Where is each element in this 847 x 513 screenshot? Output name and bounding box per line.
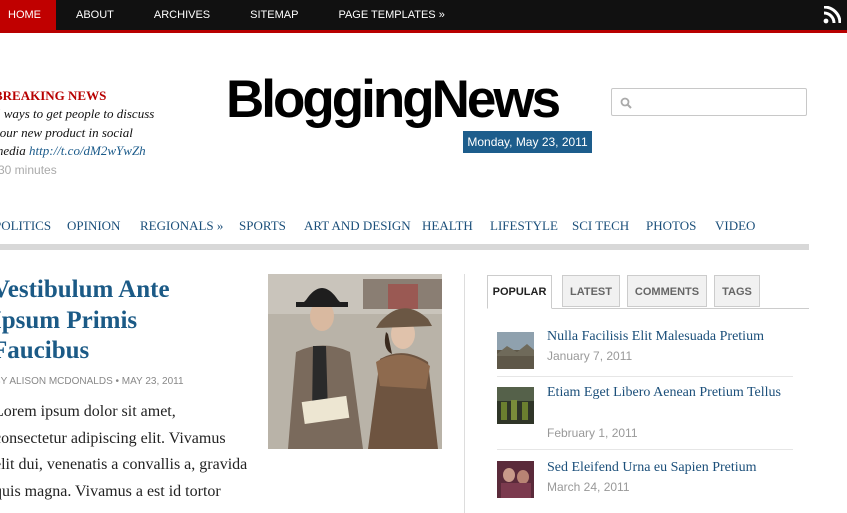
category-lifestyle[interactable]: LIFESTYLE [490,218,558,234]
top-nav: HOME ABOUT ARCHIVES SITEMAP PAGE TEMPLAT… [0,0,465,30]
category-photos[interactable]: PHOTOS [646,218,696,234]
category-health[interactable]: HEALTH [422,218,473,234]
tab-popular[interactable]: POPULAR [487,275,552,309]
post-date: February 1, 2011 [547,426,638,440]
breaking-news-link[interactable]: http://t.co/dM2wYwZh [29,143,146,158]
article-photo[interactable] [268,274,442,449]
list-item[interactable]: Nulla Facilisis Elit Malesuada Pretium J… [497,326,793,376]
post-title[interactable]: Nulla Facilisis Elit Malesuada Pretium [547,326,793,347]
rss-icon[interactable] [823,6,841,24]
category-sci-tech[interactable]: SCI TECH [572,218,629,234]
search-icon [620,97,632,109]
post-date: March 24, 2011 [547,480,630,494]
top-nav-archives[interactable]: ARCHIVES [134,0,230,30]
category-sports[interactable]: SPORTS [239,218,286,234]
top-nav-sitemap[interactable]: SITEMAP [230,0,318,30]
list-item[interactable]: Etiam Eget Libero Aenean Pretium Tellus … [497,382,793,446]
list-divider [497,449,793,450]
search-box [611,88,807,116]
top-nav-home[interactable]: HOME [0,0,56,30]
list-divider [497,376,793,377]
category-nav: POLITICS OPINION REGIONALS » SPORTS ART … [0,218,810,244]
tab-latest[interactable]: LATEST [562,275,620,307]
tab-tags[interactable]: TAGS [714,275,760,307]
sidebar-tabs: POPULAR LATEST COMMENTS TAGS [487,275,809,309]
post-title[interactable]: Etiam Eget Libero Aenean Pretium Tellus [547,382,793,403]
post-thumbnail[interactable] [497,387,534,424]
post-title[interactable]: Sed Eleifend Urna eu Sapien Pretium [547,457,793,478]
category-regionals[interactable]: REGIONALS » [140,218,223,234]
category-nav-divider [0,244,809,250]
tab-comments[interactable]: COMMENTS [627,275,707,307]
list-item[interactable]: Sed Eleifend Urna eu Sapien Pretium Marc… [497,457,793,507]
category-politics[interactable]: POLITICS [0,218,51,234]
breaking-news: BREAKING NEWS 5 ways to get people to di… [0,88,160,179]
category-opinion[interactable]: OPINION [67,218,120,234]
top-nav-page-templates[interactable]: PAGE TEMPLATES » [318,0,464,30]
breaking-news-title: BREAKING NEWS [0,88,107,103]
post-thumbnail[interactable] [497,461,534,498]
current-date: Monday, May 23, 2011 [463,131,592,153]
column-divider [464,274,465,513]
breaking-news-text: 5 ways to get people to discuss your new… [0,105,160,179]
post-date: January 7, 2011 [547,349,633,363]
article-excerpt: Lorem ipsum dolor sit amet, consectetur … [0,403,248,500]
category-video[interactable]: VIDEO [715,218,755,234]
post-thumbnail[interactable] [497,332,534,369]
breaking-news-time: (30 minutes [0,162,57,177]
top-nav-bar: HOME ABOUT ARCHIVES SITEMAP PAGE TEMPLAT… [0,0,847,33]
top-nav-about[interactable]: ABOUT [56,0,134,30]
category-art-and-design[interactable]: ART AND DESIGN [304,218,411,234]
article-title[interactable]: Vestibulum Ante Ipsum Primis Faucibus [0,275,237,367]
article-byline: BY ALISON MCDONALDS • MAY 23, 2011 [0,376,184,387]
site-logo[interactable]: BloggingNews [226,67,561,133]
search-input[interactable] [634,92,806,114]
